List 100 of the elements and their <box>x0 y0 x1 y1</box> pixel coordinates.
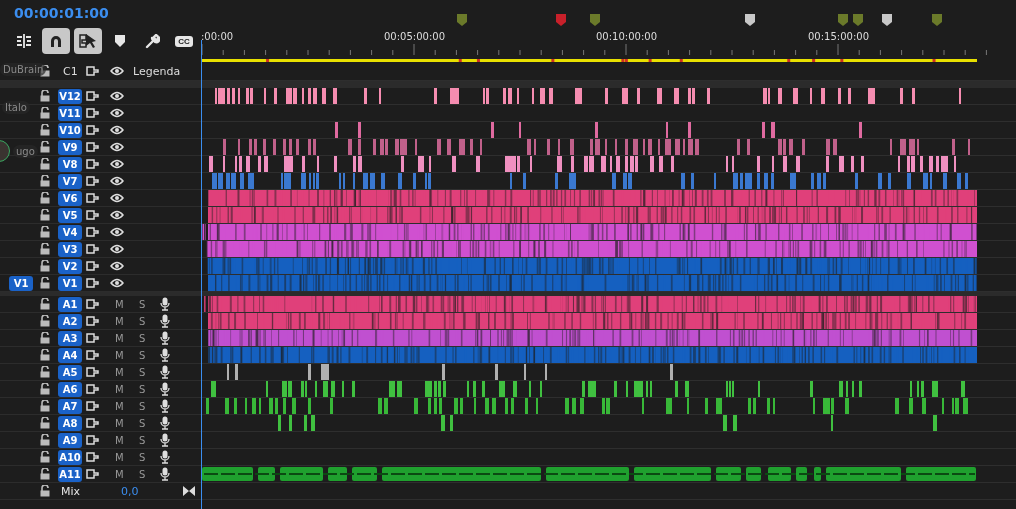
track-target[interactable]: V7 <box>58 173 82 189</box>
solo-toggle[interactable]: S <box>137 400 148 412</box>
marker-icon[interactable] <box>556 14 566 26</box>
lock-icon[interactable] <box>40 434 50 446</box>
eye-icon[interactable] <box>110 91 124 101</box>
sync-lock-icon[interactable] <box>86 435 100 445</box>
sync-lock-icon[interactable] <box>86 333 100 343</box>
mute-toggle[interactable]: M <box>113 315 126 327</box>
sync-lock-icon[interactable] <box>86 91 100 101</box>
mute-toggle[interactable]: M <box>113 298 126 310</box>
microphone-icon[interactable] <box>160 365 170 379</box>
microphone-icon[interactable] <box>160 467 170 481</box>
clips-drawing[interactable] <box>202 224 977 240</box>
eye-icon[interactable] <box>110 278 124 288</box>
lock-icon[interactable] <box>40 485 50 497</box>
lock-icon[interactable] <box>40 400 50 412</box>
lock-icon[interactable] <box>40 209 50 221</box>
solo-toggle[interactable]: S <box>137 383 148 395</box>
lock-icon[interactable] <box>40 468 50 480</box>
lock-icon[interactable] <box>40 417 50 429</box>
sync-lock-icon[interactable] <box>86 210 100 220</box>
lock-icon[interactable] <box>40 260 50 272</box>
solo-toggle[interactable]: S <box>137 332 148 344</box>
track-target[interactable]: A10 <box>58 449 82 465</box>
solo-toggle[interactable]: S <box>137 434 148 446</box>
microphone-icon[interactable] <box>160 433 170 447</box>
solo-toggle[interactable]: S <box>137 366 148 378</box>
microphone-icon[interactable] <box>160 314 170 328</box>
nest-icon[interactable] <box>16 34 32 48</box>
track-target[interactable]: A4 <box>58 347 82 363</box>
marker-icon[interactable] <box>457 14 467 26</box>
lock-icon[interactable] <box>40 226 50 238</box>
mute-toggle[interactable]: M <box>113 383 126 395</box>
solo-toggle[interactable]: S <box>137 451 148 463</box>
track-target[interactable]: V1 <box>58 275 82 291</box>
eye-icon[interactable] <box>110 193 124 203</box>
mute-toggle[interactable]: M <box>113 332 126 344</box>
sync-lock-icon[interactable] <box>86 227 100 237</box>
sync-lock-icon[interactable] <box>86 469 100 479</box>
track-target[interactable]: V8 <box>58 156 82 172</box>
marker-icon[interactable] <box>838 14 848 26</box>
mute-toggle[interactable]: M <box>113 400 126 412</box>
sync-lock-icon[interactable] <box>86 299 100 309</box>
track-target[interactable]: V9 <box>58 139 82 155</box>
lock-icon[interactable] <box>40 349 50 361</box>
lock-icon[interactable] <box>40 298 50 310</box>
track-target[interactable]: A2 <box>58 313 82 329</box>
mute-toggle[interactable]: M <box>113 349 126 361</box>
lock-icon[interactable] <box>40 243 50 255</box>
solo-toggle[interactable]: S <box>137 298 148 310</box>
eye-icon[interactable] <box>110 125 124 135</box>
clips-drawing[interactable] <box>202 466 977 482</box>
eye-icon[interactable] <box>110 142 124 152</box>
sync-lock-icon[interactable] <box>86 350 100 360</box>
track-target[interactable]: V10 <box>58 122 82 138</box>
track-target[interactable]: A3 <box>58 330 82 346</box>
track-target[interactable]: V3 <box>58 241 82 257</box>
solo-toggle[interactable]: S <box>137 468 148 480</box>
volume-value[interactable]: 0,0 <box>121 484 139 498</box>
lock-icon[interactable] <box>40 383 50 395</box>
sync-lock-icon[interactable] <box>86 176 100 186</box>
source-patch[interactable]: V1 <box>9 275 33 291</box>
marker-icon[interactable] <box>853 14 863 26</box>
microphone-icon[interactable] <box>160 348 170 362</box>
track-target[interactable]: V6 <box>58 190 82 206</box>
marker-icon[interactable] <box>590 14 600 26</box>
sync-lock-icon[interactable] <box>86 193 100 203</box>
microphone-icon[interactable] <box>160 450 170 464</box>
linked-button[interactable] <box>74 28 102 54</box>
collapse-icon[interactable] <box>183 486 195 496</box>
mute-toggle[interactable]: M <box>113 451 126 463</box>
track-target[interactable]: A6 <box>58 381 82 397</box>
lock-icon[interactable] <box>40 90 50 102</box>
track-target[interactable]: A7 <box>58 398 82 414</box>
eye-icon[interactable] <box>110 159 124 169</box>
lock-icon[interactable] <box>40 277 50 289</box>
mute-toggle[interactable]: M <box>113 434 126 446</box>
microphone-icon[interactable] <box>160 382 170 396</box>
lock-icon[interactable] <box>40 451 50 463</box>
mute-toggle[interactable]: M <box>113 417 126 429</box>
sync-lock-icon[interactable] <box>86 278 100 288</box>
sync-lock-icon[interactable] <box>86 125 100 135</box>
marker-icon[interactable] <box>932 14 942 26</box>
snap-button[interactable] <box>42 28 70 54</box>
sync-lock-icon[interactable] <box>86 142 100 152</box>
sync-lock-icon[interactable] <box>86 244 100 254</box>
lock-icon[interactable] <box>40 315 50 327</box>
lock-icon[interactable] <box>40 141 50 153</box>
track-target[interactable]: V2 <box>58 258 82 274</box>
timecode[interactable]: 00:00:01:00 <box>0 0 200 25</box>
microphone-icon[interactable] <box>160 297 170 311</box>
sync-lock-icon[interactable] <box>86 384 100 394</box>
microphone-icon[interactable] <box>160 399 170 413</box>
sync-lock-icon[interactable] <box>86 367 100 377</box>
track-target[interactable]: V4 <box>58 224 82 240</box>
magnet-icon[interactable] <box>49 34 63 48</box>
track-target[interactable]: A1 <box>58 296 82 312</box>
linked-selection-icon[interactable] <box>79 33 97 49</box>
sync-lock-icon[interactable] <box>86 401 100 411</box>
track-target[interactable]: A9 <box>58 432 82 448</box>
